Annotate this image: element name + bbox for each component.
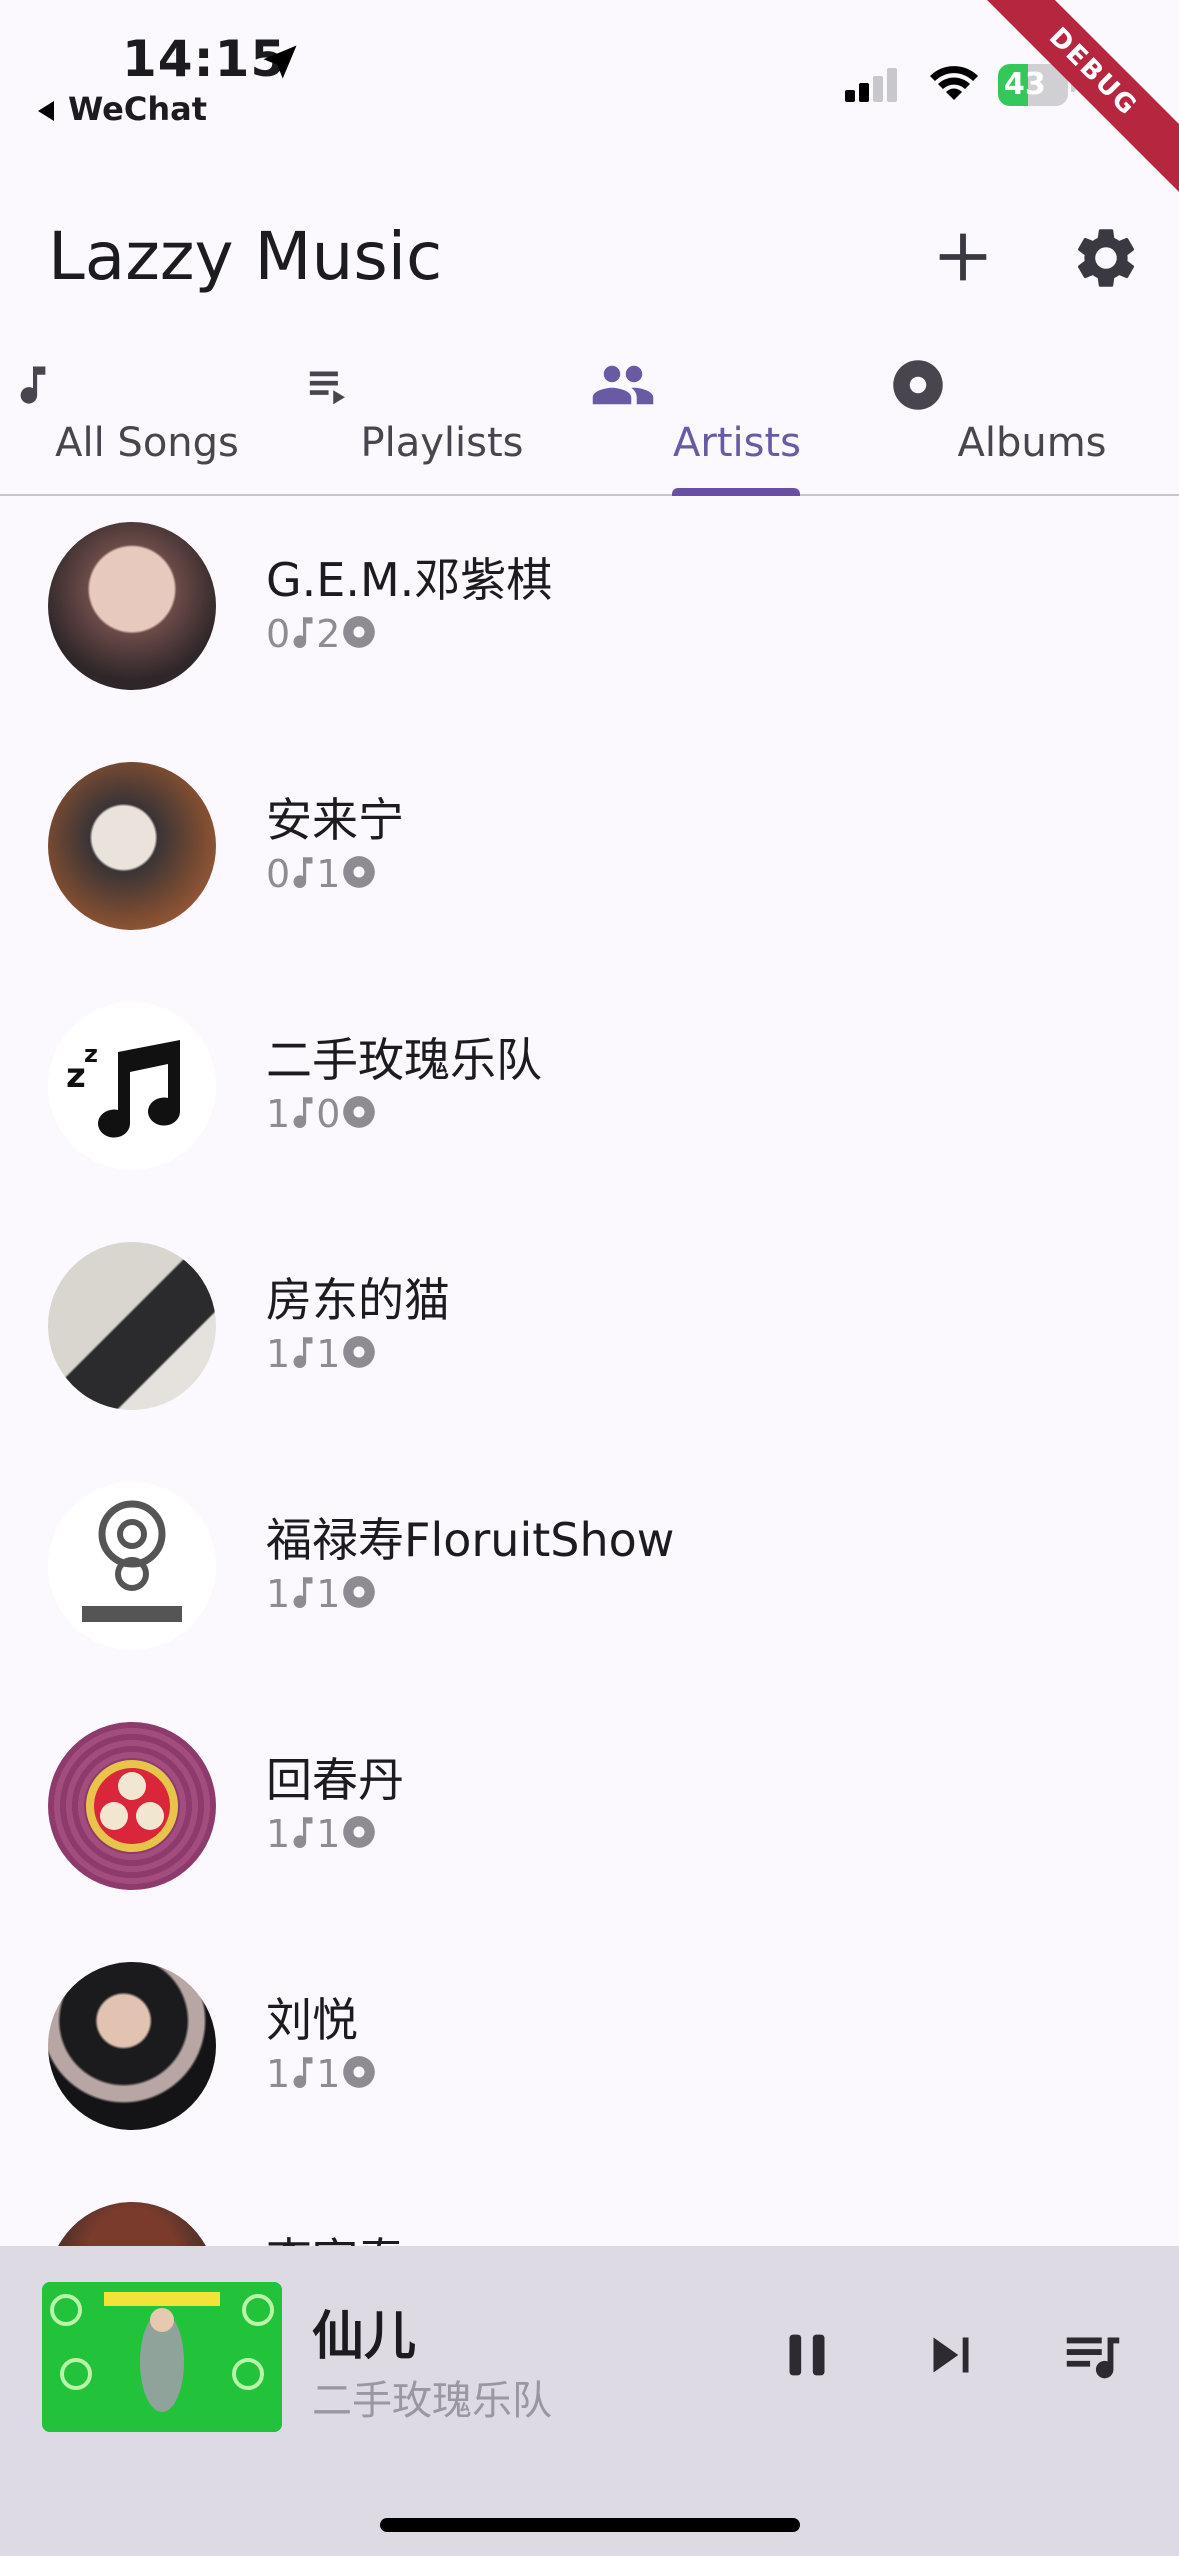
tab-playlists[interactable]: Playlists — [295, 340, 589, 494]
album-icon — [893, 360, 943, 410]
artist-name: 二手玫瑰乐队 — [266, 1033, 542, 1087]
artist-row[interactable]: 刘悦 11 — [0, 1936, 1179, 2176]
svg-text:z: z — [84, 1040, 98, 1068]
location-arrow-icon — [263, 45, 297, 79]
artist-avatar-placeholder: z z — [48, 1002, 216, 1170]
artist-avatar — [48, 762, 216, 930]
artist-name: 回春丹 — [266, 1753, 404, 1807]
artist-counts: 11 — [266, 1572, 378, 1616]
add-button[interactable] — [928, 222, 998, 292]
artist-avatar — [48, 1962, 216, 2130]
artist-name: 刘悦 — [266, 1993, 358, 2047]
artist-row[interactable]: 李宇春 — [0, 2176, 1179, 2246]
artist-avatar — [48, 1242, 216, 1410]
artist-list: G.E.M.邓紫棋 02 安来宁 01 z z 二手玫瑰乐队 10 房东的猫 1… — [0, 496, 1179, 2246]
album-icon — [343, 1576, 376, 1608]
artist-row[interactable]: 安来宁 01 — [0, 736, 1179, 976]
band-logo-icon — [82, 1500, 182, 1622]
music-note-icon — [293, 1097, 313, 1129]
artist-avatar — [48, 522, 216, 690]
album-icon — [343, 2056, 376, 2088]
artist-row[interactable]: G.E.M.邓紫棋 02 — [0, 496, 1179, 736]
cellular-signal-icon — [845, 68, 897, 102]
now-playing-artist: 二手玫瑰乐队 — [312, 2378, 552, 2424]
tab-artists[interactable]: Artists — [590, 340, 884, 496]
artist-row[interactable]: 福禄寿FloruitShow 11 — [0, 1456, 1179, 1696]
skip-next-button[interactable] — [916, 2320, 986, 2390]
artist-counts: 11 — [266, 2052, 378, 2096]
people-icon — [592, 365, 654, 405]
album-icon — [343, 616, 376, 648]
artist-name: 安来宁 — [266, 793, 404, 847]
music-note-icon — [293, 1817, 313, 1849]
home-indicator — [380, 2518, 800, 2532]
album-art — [42, 2282, 282, 2432]
album-icon — [343, 856, 376, 888]
music-note-icon — [293, 857, 313, 889]
wifi-icon — [930, 66, 978, 100]
artist-row[interactable]: 房东的猫 11 — [0, 1216, 1179, 1456]
band-logo-icon — [86, 1760, 178, 1852]
music-note-icon — [293, 2057, 313, 2089]
artist-counts: 10 — [266, 1092, 378, 1136]
music-note-icon — [20, 366, 46, 404]
now-playing-cover — [42, 2282, 282, 2432]
app-title: Lazzy Music — [48, 218, 443, 295]
music-note-sleep-icon: z z — [66, 1040, 180, 1138]
now-playing-title: 仙儿 — [312, 2307, 417, 2367]
album-icon — [343, 1336, 376, 1368]
artist-row[interactable]: z z 二手玫瑰乐队 10 — [0, 976, 1179, 1216]
artist-counts: 01 — [266, 852, 378, 896]
artist-avatar — [48, 2202, 216, 2246]
album-icon — [343, 1096, 376, 1128]
artist-name: 李宇春 — [266, 2224, 404, 2246]
pause-button[interactable] — [772, 2320, 842, 2390]
music-note-icon — [293, 617, 313, 649]
settings-gear-icon[interactable] — [1070, 222, 1142, 294]
mini-player[interactable]: 仙儿 二手玫瑰乐队 — [0, 2246, 1179, 2556]
queue-music-button[interactable] — [1058, 2320, 1128, 2390]
tab-bar: All Songs Playlists Artists Albums — [0, 340, 1179, 496]
status-bar: 14:15 WeChat 43 — [0, 0, 1179, 150]
artist-avatar-logo — [48, 1722, 216, 1890]
artist-row[interactable]: 回春丹 11 — [0, 1696, 1179, 1936]
playlist-play-icon — [309, 371, 345, 405]
back-to-app-link[interactable]: WeChat — [38, 90, 207, 128]
artist-name: G.E.M.邓紫棋 — [266, 553, 553, 607]
music-note-icon — [293, 1577, 313, 1609]
artist-counts: 11 — [266, 1332, 378, 1376]
active-tab-indicator — [672, 488, 800, 496]
artist-counts: 02 — [266, 612, 378, 656]
album-icon — [343, 1816, 376, 1848]
artist-counts: 11 — [266, 1812, 378, 1856]
tab-all-songs[interactable]: All Songs — [0, 340, 294, 494]
tab-albums[interactable]: Albums — [885, 340, 1179, 494]
artist-name: 房东的猫 — [266, 1273, 450, 1327]
artist-name: 福禄寿FloruitShow — [266, 1513, 675, 1567]
back-triangle-icon — [38, 101, 54, 121]
svg-text:z: z — [66, 1056, 86, 1096]
artist-avatar-logo — [48, 1482, 216, 1650]
music-note-icon — [293, 1337, 313, 1369]
